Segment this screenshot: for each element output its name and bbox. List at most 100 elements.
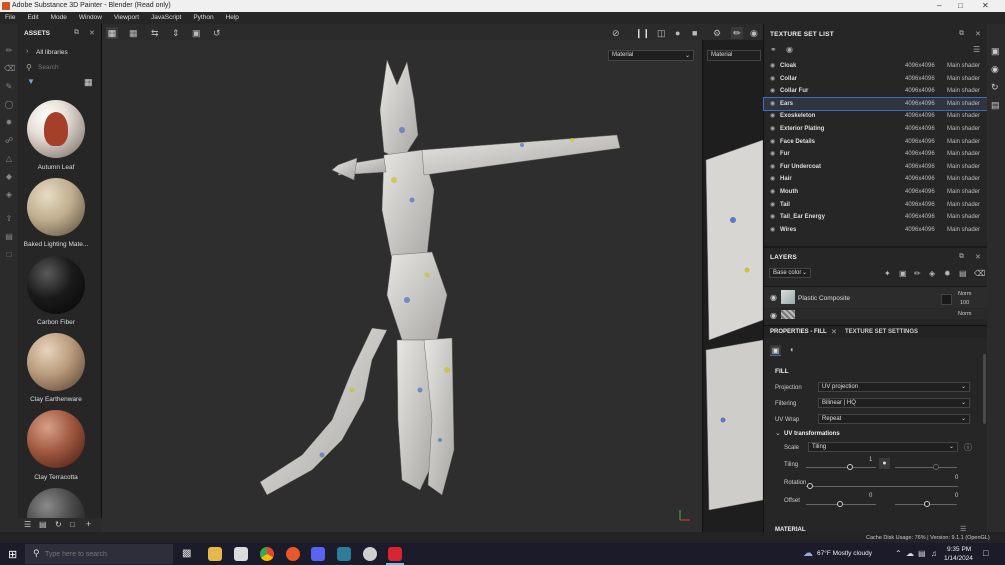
- eye-icon[interactable]: ◉: [770, 62, 775, 69]
- menu-file[interactable]: File: [0, 12, 20, 23]
- symmetry-icon[interactable]: ⇆: [151, 28, 159, 39]
- asset-thumb-clay-earthenware[interactable]: [27, 333, 85, 391]
- eye-icon[interactable]: ◉: [770, 175, 775, 182]
- firefox-icon[interactable]: [286, 547, 300, 561]
- texture-set-row[interactable]: ◉ Mouth 4096x4096 Main shader: [764, 186, 988, 198]
- frame-icon[interactable]: ▣: [192, 28, 201, 39]
- volume-icon[interactable]: ♫: [931, 549, 937, 558]
- viewport[interactable]: ▦ ▦ ⇆ ⇕ ▣ ↺ ⊘ ❙❙ ◫ ● ■ ⚙ ✏ ◉ Material ⌄: [102, 24, 764, 532]
- texture-set-row[interactable]: ◉ Cloak 4096x4096 Main shader: [764, 60, 988, 72]
- list-view-icon[interactable]: ☰: [24, 520, 31, 529]
- viewport-2d[interactable]: Material: [702, 40, 764, 532]
- clone-icon[interactable]: ☍: [4, 136, 14, 146]
- folder-icon[interactable]: ▤: [39, 520, 47, 529]
- add-icon[interactable]: +: [86, 519, 91, 529]
- uv-transformations-title[interactable]: UV transformations: [784, 431, 840, 437]
- texture-set-row[interactable]: ◉ Collar Fur 4096x4096 Main shader: [764, 85, 988, 97]
- texture-set-row[interactable]: ◉ Ears 4096x4096 Main shader: [763, 96, 989, 111]
- texture-set-row[interactable]: ◉ Tail 4096x4096 Main shader: [764, 199, 988, 211]
- offset-y-value[interactable]: 0: [955, 493, 958, 499]
- eye-icon[interactable]: ◉: [770, 125, 775, 132]
- rotation-slider-track[interactable]: [806, 486, 958, 487]
- blend-mode-select[interactable]: Norm: [958, 291, 971, 297]
- texture-set-shader[interactable]: Main shader: [947, 151, 980, 157]
- material-mode-icon[interactable]: ◐: [790, 345, 795, 354]
- eye-icon[interactable]: ◉: [770, 163, 775, 170]
- align-icon[interactable]: ⇕: [172, 28, 180, 39]
- texture-set-shader[interactable]: Main shader: [947, 88, 980, 94]
- menu-python[interactable]: Python: [188, 12, 218, 23]
- texture-set-shader[interactable]: Main shader: [947, 101, 980, 107]
- info-icon[interactable]: ⓘ: [964, 442, 972, 453]
- offset-x-value[interactable]: 0: [869, 493, 872, 499]
- float-panel-icon[interactable]: ⧉: [959, 253, 964, 261]
- grid-toggle-icon[interactable]: ▦: [106, 27, 118, 39]
- texture-set-shader[interactable]: Main shader: [947, 227, 980, 233]
- offset-x-slider-knob[interactable]: [837, 501, 843, 507]
- eye-icon[interactable]: ◉: [770, 150, 775, 157]
- eye-icon[interactable]: ◉: [770, 311, 777, 319]
- texture-set-row[interactable]: ◉ Fur 4096x4096 Main shader: [764, 148, 988, 160]
- properties-scrollbar[interactable]: [983, 354, 986, 424]
- history-icon[interactable]: ↺: [213, 28, 221, 39]
- eye-icon[interactable]: ◉: [770, 138, 775, 145]
- delete-icon[interactable]: ⌫: [974, 269, 985, 278]
- clock-date[interactable]: 1/14/2024: [944, 555, 973, 562]
- cloud-icon[interactable]: ☁: [906, 549, 914, 558]
- picker-icon[interactable]: △: [4, 154, 14, 164]
- library-selector[interactable]: All libraries: [36, 49, 68, 56]
- texture-set-row[interactable]: ◉ Collar 4096x4096 Main shader: [764, 73, 988, 85]
- lock-icon[interactable]: ●: [879, 458, 890, 469]
- eye-icon[interactable]: ◉: [770, 87, 775, 94]
- texture-set-shader[interactable]: Main shader: [947, 139, 980, 145]
- taskbar-search-input[interactable]: [45, 548, 165, 560]
- menu-viewport[interactable]: Viewport: [109, 12, 144, 23]
- texture-set-shader[interactable]: Main shader: [947, 63, 980, 69]
- asset-thumb-carbon-fiber[interactable]: [27, 256, 85, 314]
- eye-icon[interactable]: ◉: [770, 188, 775, 195]
- texture-set-shader[interactable]: Main shader: [947, 164, 980, 170]
- pause-icon[interactable]: ❙❙: [635, 28, 650, 39]
- texture-set-row[interactable]: ◉ Exoskeleton 4096x4096 Main shader: [764, 110, 988, 122]
- filter-icon[interactable]: ▼: [27, 77, 35, 86]
- texture-set-row[interactable]: ◉ Face Details 4096x4096 Main shader: [764, 136, 988, 148]
- eye-icon[interactable]: ◉: [770, 201, 775, 208]
- eye-icon[interactable]: ◉: [770, 75, 775, 82]
- channel-select[interactable]: Base color ⌄: [769, 268, 811, 278]
- tab-properties-fill[interactable]: PROPERTIES - FILL: [770, 329, 827, 335]
- texture-set-row[interactable]: ◉ Exterior Plating 4096x4096 Main shader: [764, 123, 988, 135]
- weather-text[interactable]: 67°F Mostly cloudy: [817, 550, 872, 557]
- close-panel-icon[interactable]: ✕: [975, 30, 981, 38]
- weather-icon[interactable]: ☁: [803, 548, 813, 559]
- sphere-icon[interactable]: ●: [675, 28, 680, 38]
- minimize-icon[interactable]: –: [937, 1, 941, 10]
- layer-row-partial[interactable]: ◉ Norm: [764, 309, 988, 319]
- texture-set-row[interactable]: ◉ Tail_Ear Energy 4096x4096 Main shader: [764, 211, 988, 223]
- texture-set-shader[interactable]: Main shader: [947, 189, 980, 195]
- add-fill-layer-icon[interactable]: ◈: [929, 269, 935, 278]
- link-icon[interactable]: ⚭: [770, 45, 777, 54]
- texture-set-row[interactable]: ◉ Hair 4096x4096 Main shader: [764, 173, 988, 185]
- clock-time[interactable]: 9:35 PM: [947, 546, 971, 553]
- magic-wand-icon[interactable]: ✦: [884, 269, 891, 278]
- projection-icon[interactable]: ✎: [4, 82, 14, 92]
- eye-icon[interactable]: ◉: [770, 226, 775, 233]
- painter-icon[interactable]: [388, 547, 402, 561]
- chrome-icon[interactable]: [260, 547, 274, 561]
- visibility-icon[interactable]: ◉: [786, 45, 793, 54]
- polygon-fill-icon[interactable]: ◆: [4, 172, 14, 182]
- discord-icon[interactable]: [311, 547, 325, 561]
- history-icon[interactable]: ↻: [991, 82, 999, 93]
- filtering-select[interactable]: Bilinear | HQ ⌄: [818, 398, 970, 408]
- tiling-slider-track[interactable]: [806, 467, 876, 468]
- close-panel-icon[interactable]: ✕: [89, 29, 95, 37]
- notification-icon[interactable]: □: [983, 548, 988, 558]
- close-icon[interactable]: ✕: [982, 1, 989, 10]
- asset-thumb-partial[interactable]: [27, 488, 85, 518]
- float-panel-icon[interactable]: ⧉: [74, 29, 79, 37]
- export-icon[interactable]: ⇧: [4, 214, 14, 224]
- eye-icon[interactable]: ◉: [770, 100, 775, 107]
- tiling-slider-track-2[interactable]: [895, 467, 957, 468]
- add-effect-icon[interactable]: ✹: [944, 269, 951, 278]
- task-view-icon[interactable]: ▩: [182, 548, 191, 559]
